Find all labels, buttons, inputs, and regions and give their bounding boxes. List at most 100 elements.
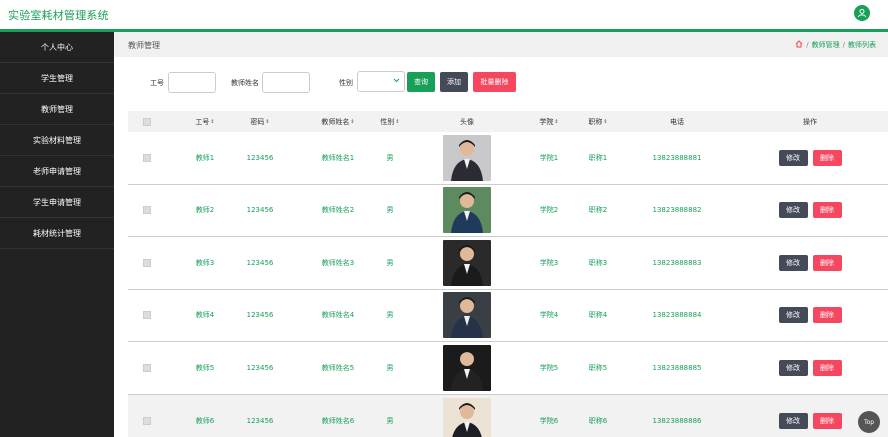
- delete-button[interactable]: 删除: [812, 254, 842, 271]
- edit-button[interactable]: 修改: [778, 149, 808, 166]
- header-phone: 电话: [628, 111, 726, 132]
- row-checkbox[interactable]: [143, 206, 151, 215]
- delete-button[interactable]: 删除: [812, 202, 842, 219]
- row-select-cell: [128, 290, 166, 342]
- row-select-cell: [128, 132, 166, 184]
- cell-gender: 男: [386, 206, 394, 215]
- breadcrumb-item[interactable]: 教师列表: [848, 40, 876, 50]
- teacher-photo: [443, 344, 491, 391]
- teacher-photo: [443, 239, 491, 286]
- gender-select[interactable]: [357, 71, 405, 92]
- breadcrumb-separator: /: [806, 41, 809, 49]
- header-avatar: 头像: [420, 111, 514, 132]
- sidebar-item-teacher-requests[interactable]: 老师申请管理: [0, 156, 114, 187]
- sort-icon: ⇕: [350, 118, 355, 125]
- cell-password: 123456: [246, 258, 274, 267]
- chevron-down-icon: [393, 77, 400, 85]
- avatar-cell: [420, 395, 514, 437]
- table-row: 教师4 123456 教师姓名4 男学院4 职称4 13823888884 修改 删除: [128, 289, 888, 342]
- sidebar-item-statistics[interactable]: 耗材统计管理: [0, 218, 114, 249]
- search-button[interactable]: 查询: [407, 72, 435, 92]
- id-filter-input[interactable]: [168, 72, 216, 93]
- home-icon[interactable]: [795, 40, 803, 50]
- actions-cell: 修改 删除: [748, 395, 872, 437]
- back-to-top-button[interactable]: Top: [858, 411, 880, 433]
- sidebar-item-label: 教师管理: [41, 104, 73, 114]
- sidebar-item-label: 耗材统计管理: [33, 228, 81, 238]
- select-all-cell: [128, 111, 166, 132]
- name-filter-input[interactable]: [262, 72, 310, 93]
- delete-button[interactable]: 删除: [812, 307, 842, 324]
- edit-button[interactable]: 修改: [778, 202, 808, 219]
- sidebar-item-label: 老师申请管理: [33, 166, 81, 176]
- teacher-photo: [443, 397, 491, 437]
- teacher-photo: [443, 292, 491, 339]
- cell-title: 职称2: [588, 206, 608, 215]
- actions-cell: 修改 删除: [748, 290, 872, 342]
- row-checkbox[interactable]: [143, 363, 151, 372]
- row-checkbox[interactable]: [143, 416, 151, 425]
- sidebar-item-materials[interactable]: 实验材料管理: [0, 125, 114, 156]
- actions-cell: 修改 删除: [748, 342, 872, 394]
- cell-title: 职称3: [588, 258, 608, 267]
- header-label: 职称: [588, 117, 603, 126]
- delete-button[interactable]: 删除: [812, 359, 842, 376]
- cell-phone: 13823888886: [652, 416, 702, 425]
- cell-password: 123456: [246, 311, 274, 320]
- header-label: 头像: [460, 117, 474, 126]
- table-row: 教师6 123456 教师姓名6 男学院6 职称6 13823888886 修改 删除: [128, 394, 888, 437]
- edit-button[interactable]: 修改: [778, 307, 808, 324]
- breadcrumb-bar: 教师管理 / 教师管理 / 教师列表: [114, 32, 888, 57]
- row-select-cell: [128, 237, 166, 289]
- top-bar: 实验室耗材管理系统: [0, 0, 888, 29]
- sidebar-item-teachers[interactable]: 教师管理: [0, 94, 114, 125]
- sort-icon: ⇕: [603, 118, 608, 125]
- sort-icon: ⇕: [554, 118, 559, 125]
- header-label: 性别: [380, 117, 395, 126]
- cell-gender: 男: [386, 258, 394, 267]
- sidebar-item-profile[interactable]: 个人中心: [0, 32, 114, 63]
- cell-title: 职称6: [588, 416, 608, 425]
- cell-gender: 男: [386, 311, 394, 320]
- sidebar-item-students[interactable]: 学生管理: [0, 63, 114, 94]
- cell-password: 123456: [246, 416, 274, 425]
- avatar-cell: [420, 132, 514, 184]
- edit-button[interactable]: 修改: [778, 359, 808, 376]
- edit-button[interactable]: 修改: [778, 254, 808, 271]
- table-row: 教师3 123456 教师姓名3 男学院3 职称3 13823888883 修改 删除: [128, 237, 888, 290]
- table-row: 教师1 123456 教师姓名1 男学院1 职称1 13823888881 修改 删除: [128, 132, 888, 185]
- user-avatar-icon[interactable]: [854, 5, 870, 21]
- delete-button[interactable]: 删除: [812, 412, 842, 429]
- main-content: 教师管理 / 教师管理 / 教师列表 工号 教师姓名 性别 查询 添加 批量删除: [114, 32, 888, 437]
- header-password[interactable]: 密码 ⇕: [224, 111, 296, 132]
- app-title: 实验室耗材管理系统: [8, 9, 109, 22]
- cell-password: 123456: [246, 153, 274, 162]
- cell-gender: 男: [386, 416, 394, 425]
- actions-cell: 修改 删除: [748, 132, 872, 184]
- sort-icon: ⇕: [210, 118, 215, 125]
- cell-phone: 13823888884: [652, 311, 702, 320]
- teacher-table: 工号 ⇕ 密码 ⇕ 教师姓名 ⇕ 性别 ⇕ 头像 学院 ⇕ 职称 ⇕ 电话 操作 教师1 12…: [128, 111, 888, 437]
- delete-button[interactable]: 删除: [812, 149, 842, 166]
- header-title[interactable]: 职称 ⇕: [564, 111, 632, 132]
- row-checkbox[interactable]: [143, 153, 151, 162]
- header-label: 教师姓名: [321, 117, 350, 126]
- header-gender[interactable]: 性别 ⇕: [360, 111, 420, 132]
- row-select-cell: [128, 342, 166, 394]
- header-label: 电话: [670, 117, 684, 126]
- sidebar-item-student-requests[interactable]: 学生申请管理: [0, 187, 114, 218]
- breadcrumb-item[interactable]: 教师管理: [812, 40, 840, 50]
- table-row: 教师2 123456 教师姓名2 男学院2 职称2 13823888882 修改 删除: [128, 184, 888, 237]
- table-header: 工号 ⇕ 密码 ⇕ 教师姓名 ⇕ 性别 ⇕ 头像 学院 ⇕ 职称 ⇕ 电话 操作: [128, 111, 888, 132]
- edit-button[interactable]: 修改: [778, 412, 808, 429]
- header-label: 操作: [803, 117, 817, 126]
- header-label: 学院: [539, 117, 554, 126]
- batch-delete-button[interactable]: 批量删除: [473, 72, 516, 92]
- row-checkbox[interactable]: [143, 311, 151, 320]
- add-button[interactable]: 添加: [440, 72, 468, 92]
- page-title: 教师管理: [128, 41, 160, 50]
- sidebar: 个人中心 学生管理 教师管理 实验材料管理 老师申请管理 学生申请管理 耗材统计…: [0, 32, 114, 437]
- select-all-checkbox[interactable]: [143, 117, 151, 126]
- row-checkbox[interactable]: [143, 258, 151, 267]
- filter-bar: 工号 教师姓名 性别 查询 添加 批量删除: [114, 70, 888, 94]
